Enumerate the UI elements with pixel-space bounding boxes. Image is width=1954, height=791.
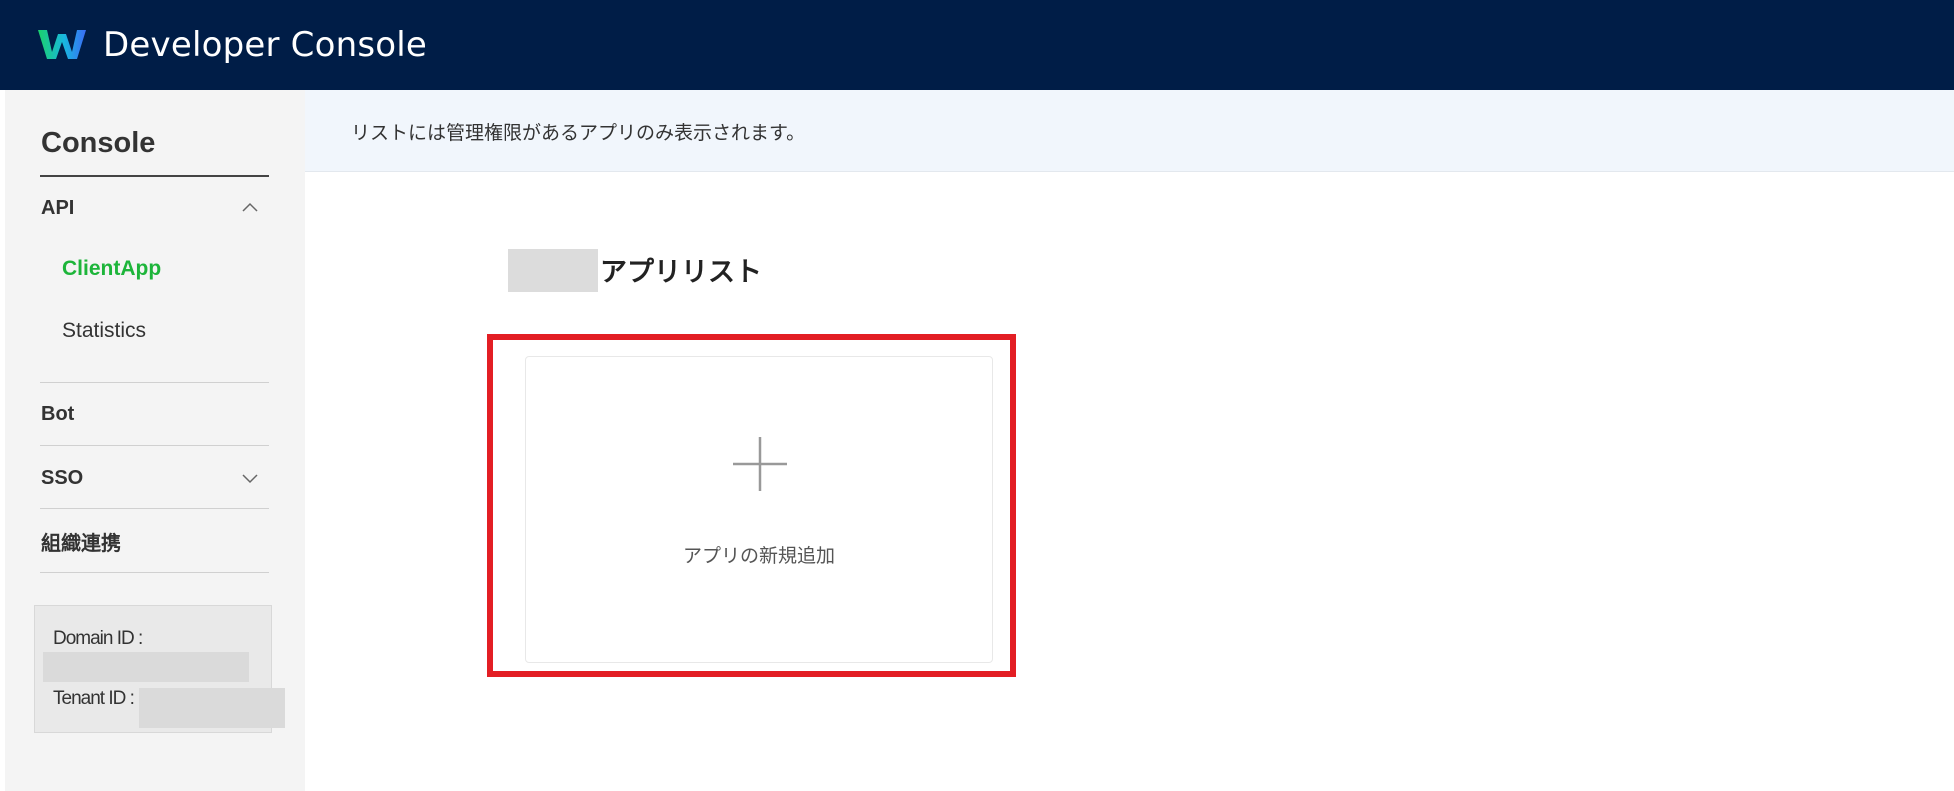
console-title: Console — [41, 127, 156, 159]
divider — [40, 445, 269, 446]
app-title: Developer Console — [103, 25, 428, 65]
divider — [40, 508, 269, 509]
works-logo-icon[interactable] — [38, 28, 86, 61]
sidebar-item-clientapp[interactable]: ClientApp — [62, 251, 161, 287]
add-app-card[interactable]: アプリの新規追加 — [525, 356, 993, 663]
divider — [40, 382, 269, 383]
sidebar-item-statistics[interactable]: Statistics — [62, 313, 146, 349]
sidebar-item-bot[interactable]: Bot — [41, 394, 269, 434]
page-title: アプリリスト — [600, 257, 762, 288]
plus-icon — [733, 437, 787, 491]
sidebar-item-label: Bot — [41, 402, 75, 425]
domain-info-box: Domain ID : Tenant ID : — [34, 605, 285, 733]
chevron-down-icon[interactable] — [241, 469, 259, 487]
sidebar-item-label: 組織連携 — [41, 532, 121, 555]
chevron-up-icon[interactable] — [241, 199, 259, 217]
add-app-label: アプリの新規追加 — [682, 545, 835, 567]
notice-bar: リストには管理権限があるアプリのみ表示されます。 — [305, 90, 1954, 172]
sidebar-item-label: API — [41, 196, 75, 219]
sidebar-item-api[interactable]: API — [41, 188, 269, 228]
divider — [40, 572, 269, 573]
tenant-id-label: Tenant ID : — [53, 688, 135, 709]
sidebar-item-label: SSO — [41, 466, 84, 489]
domain-id-label: Domain ID : — [53, 628, 143, 649]
sidebar-item-sso[interactable]: SSO — [41, 458, 269, 498]
notice-text: リストには管理権限があるアプリのみ表示されます。 — [351, 122, 806, 144]
sidebar: Console API ClientApp Statistics Bot SSO… — [5, 90, 305, 791]
domain-id-value-redacted — [43, 652, 249, 682]
top-header: Developer Console — [0, 0, 1954, 90]
tenant-id-value-redacted — [139, 688, 285, 728]
console-title-rule — [40, 175, 269, 177]
app-name-redacted — [508, 249, 598, 292]
sidebar-item-org-link[interactable]: 組織連携 — [41, 521, 269, 561]
